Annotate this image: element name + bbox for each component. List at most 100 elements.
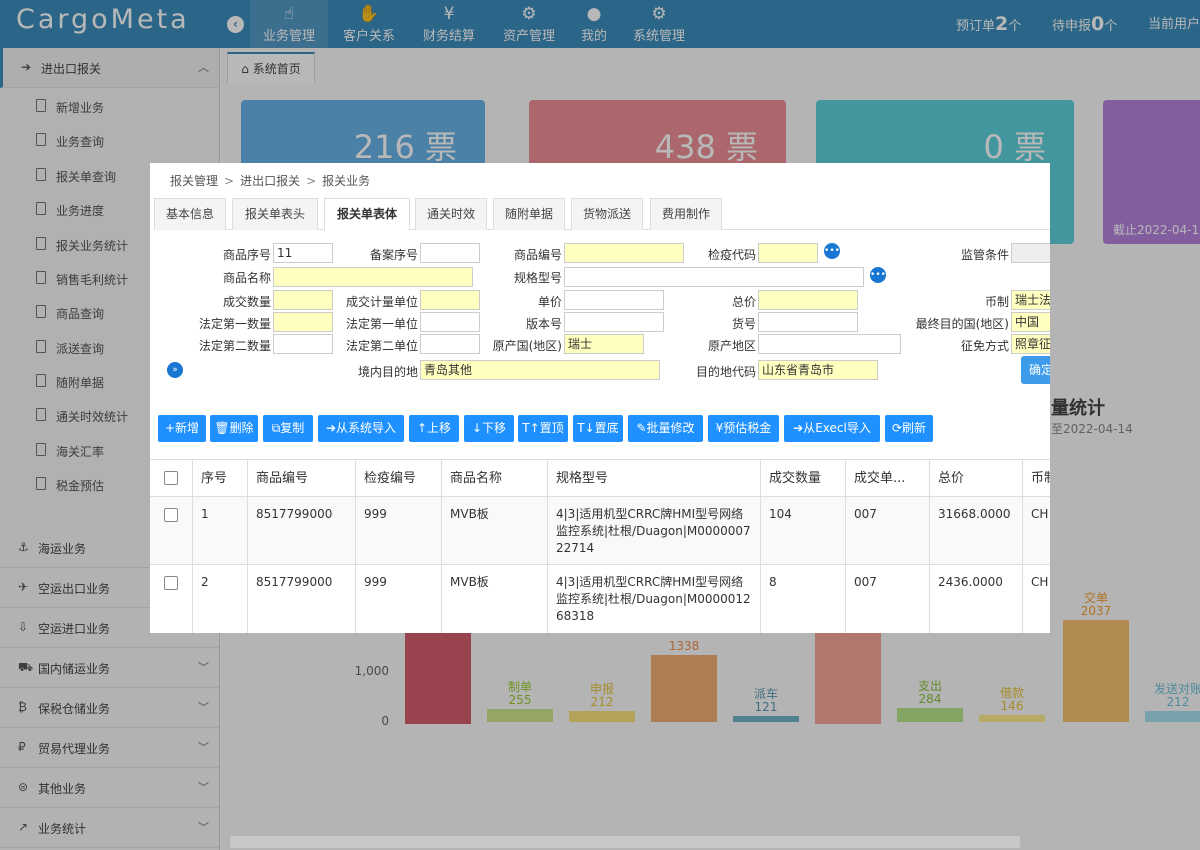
- legal-unit1-label: 法定第一单位: [345, 317, 418, 331]
- more-options-icon[interactable]: •••: [870, 267, 886, 283]
- import-from-excel-button[interactable]: ➔从Execl导入: [784, 415, 880, 442]
- quarantine-code-input[interactable]: [758, 243, 818, 263]
- expand-more-icon[interactable]: »: [167, 362, 183, 378]
- total-price-input[interactable]: [758, 290, 858, 310]
- record-seq-input[interactable]: [420, 243, 480, 263]
- cell-qty: 104: [760, 497, 845, 565]
- origin-area-input[interactable]: [758, 334, 901, 354]
- tab-fee-making[interactable]: 费用制作: [650, 198, 722, 230]
- move-down-button[interactable]: ↓下移: [464, 415, 514, 442]
- tab-clearance-time[interactable]: 通关时效: [415, 198, 487, 230]
- column-header[interactable]: 币制: [1022, 460, 1050, 498]
- levy-mode-label: 征免方式: [960, 339, 1009, 353]
- legal-qty1-label: 法定第一数量: [198, 317, 271, 331]
- cell-goods-name: MVB板: [441, 497, 547, 565]
- supervision-label: 监管条件: [960, 248, 1009, 262]
- row-checkbox[interactable]: [164, 576, 178, 590]
- origin-country-label: 原产国(地区): [492, 339, 562, 353]
- goods-name-label: 商品名称: [222, 271, 271, 285]
- move-top-button[interactable]: T↑置顶: [518, 415, 568, 442]
- breadcrumb-separator: >: [224, 174, 235, 188]
- cell-spec: 4|3|适用机型CRRC牌HMI型号网络监控系统|杜根/Duagon|M0000…: [547, 497, 760, 565]
- refresh-button[interactable]: ⟳刷新: [885, 415, 933, 442]
- origin-country-input[interactable]: 瑞士: [564, 334, 644, 354]
- item-no-input[interactable]: [758, 312, 858, 332]
- deal-qty-input[interactable]: [273, 290, 333, 310]
- batch-edit-button[interactable]: ✎批量修改: [628, 415, 703, 442]
- cell-goods-code: 8517799000: [247, 565, 355, 633]
- dest-code-label: 目的地代码: [695, 365, 756, 379]
- cell-quarantine: 999: [355, 497, 441, 565]
- record-seq-label: 备案序号: [369, 248, 418, 262]
- goods-code-label: 商品编号: [513, 248, 562, 262]
- final-dest-input[interactable]: 中国: [1011, 312, 1050, 332]
- goods-name-input[interactable]: [273, 267, 473, 287]
- tab-basic-info[interactable]: 基本信息: [154, 198, 226, 230]
- column-header[interactable]: 规格型号: [547, 460, 760, 498]
- cell-unit: 007: [845, 565, 929, 633]
- legal-unit2-label: 法定第二单位: [345, 339, 418, 353]
- tab-goods-delivery[interactable]: 货物派送: [571, 198, 643, 230]
- final-dest-label: 最终目的国(地区): [915, 317, 1009, 331]
- column-header[interactable]: 成交数量: [760, 460, 845, 498]
- column-header[interactable]: 商品名称: [441, 460, 547, 498]
- cell-unit: 007: [845, 497, 929, 565]
- goods-seq-input[interactable]: 11: [273, 243, 333, 263]
- column-header[interactable]: 总价: [929, 460, 1022, 498]
- cell-qty: 8: [760, 565, 845, 633]
- cell-seq: 1: [192, 497, 247, 565]
- total-price-label: 总价: [731, 295, 756, 309]
- breadcrumb-item[interactable]: 进出口报关: [240, 174, 300, 188]
- domestic-dest-input[interactable]: 青岛其他: [420, 360, 660, 380]
- confirm-button[interactable]: 确定: [1021, 356, 1050, 384]
- deal-qty-label: 成交数量: [222, 295, 271, 309]
- tab-attached-docs[interactable]: 随附单据: [493, 198, 565, 230]
- dest-code-input[interactable]: 山东省青岛市: [758, 360, 878, 380]
- cell-quarantine: 999: [355, 565, 441, 633]
- move-up-button[interactable]: ↑上移: [409, 415, 459, 442]
- tab-declaration-body[interactable]: 报关单表体: [324, 198, 410, 231]
- currency-input[interactable]: 瑞士法: [1011, 290, 1050, 310]
- currency-label: 币制: [984, 295, 1009, 309]
- move-bottom-button[interactable]: T↓置底: [573, 415, 623, 442]
- estimate-tax-button[interactable]: ¥预估税金: [708, 415, 779, 442]
- import-from-system-button[interactable]: ➔从系统导入: [318, 415, 404, 442]
- deal-unit-label: 成交计量单位: [345, 295, 418, 309]
- supervision-input[interactable]: [1011, 243, 1050, 263]
- version-no-input[interactable]: [564, 312, 664, 332]
- legal-unit1-input[interactable]: [420, 312, 480, 332]
- cell-seq: 2: [192, 565, 247, 633]
- cell-spec: 4|3|适用机型CRRC牌HMI型号网络监控系统|杜根/Duagon|M0000…: [547, 565, 760, 633]
- goods-code-input[interactable]: [564, 243, 684, 263]
- more-options-icon[interactable]: •••: [824, 243, 840, 259]
- horizontal-scrollbar[interactable]: [230, 836, 1020, 848]
- column-header[interactable]: 检疫编号: [355, 460, 441, 498]
- legal-qty2-input[interactable]: [273, 334, 333, 354]
- deal-unit-input[interactable]: [420, 290, 480, 310]
- breadcrumb-separator: >: [306, 174, 317, 188]
- origin-area-label: 原产地区: [707, 339, 756, 353]
- add-button[interactable]: +新增: [158, 415, 206, 442]
- unit-price-input[interactable]: [564, 290, 664, 310]
- declaration-body-dialog: 报关管理 > 进出口报关 > 报关业务 基本信息 报关单表头 报关单表体 通关时效 随附…: [150, 163, 1050, 633]
- delete-button[interactable]: 🗑删除: [210, 415, 258, 442]
- column-header[interactable]: 序号: [192, 460, 247, 498]
- column-header[interactable]: 成交单...: [845, 460, 929, 498]
- levy-mode-input[interactable]: 照章征: [1011, 334, 1050, 354]
- version-no-label: 版本号: [525, 317, 562, 331]
- select-all-checkbox[interactable]: [164, 471, 178, 485]
- legal-qty1-input[interactable]: [273, 312, 333, 332]
- table-row[interactable]: 2 8517799000 999 MVB板 4|3|适用机型CRRC牌HMI型号…: [150, 565, 1050, 633]
- cell-total: 31668.0000: [929, 497, 1022, 565]
- table-row[interactable]: 1 8517799000 999 MVB板 4|3|适用机型CRRC牌HMI型号…: [150, 497, 1050, 565]
- item-no-label: 货号: [731, 317, 756, 331]
- copy-button[interactable]: ⧉复制: [263, 415, 313, 442]
- spec-model-input[interactable]: [564, 267, 864, 287]
- goods-seq-label: 商品序号: [222, 248, 271, 262]
- column-header[interactable]: 商品编号: [247, 460, 355, 498]
- legal-qty2-label: 法定第二数量: [198, 339, 271, 353]
- unit-price-label: 单价: [537, 295, 562, 309]
- row-checkbox[interactable]: [164, 508, 178, 522]
- breadcrumb-item[interactable]: 报关管理: [170, 174, 218, 188]
- tab-declaration-header[interactable]: 报关单表头: [232, 198, 318, 230]
